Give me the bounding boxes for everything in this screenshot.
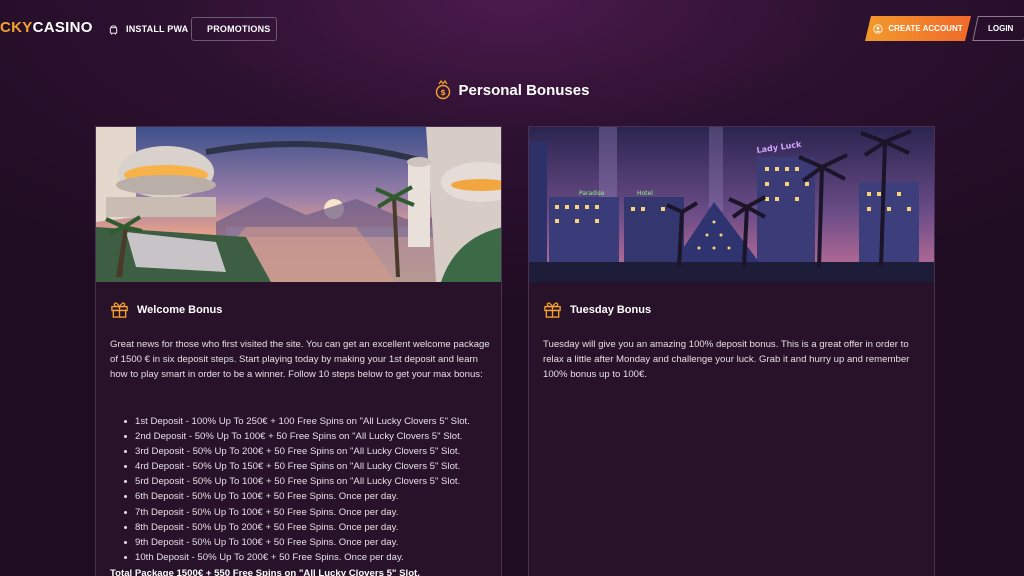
- install-pwa-button[interactable]: INSTALL PWA: [100, 17, 196, 41]
- top-header: CKYCASINO INSTALL PWA PROMOTIONS CREATE …: [0, 0, 1024, 56]
- welcome-bonus-description: Great news for those who first visited t…: [110, 339, 490, 381]
- login-button[interactable]: LOGIN: [972, 16, 1024, 41]
- promotions-button[interactable]: PROMOTIONS: [191, 17, 277, 41]
- list-item: 5rd Deposit - 50% Up To 100€ + 50 Free S…: [124, 474, 494, 489]
- page-title: Personal Bonuses: [458, 81, 590, 99]
- user-icon: [873, 24, 883, 34]
- futuristic-city-image: [96, 127, 501, 282]
- deposit-steps-list: 1st Deposit - 100% Up To 250€ + 100 Free…: [124, 414, 494, 565]
- tuesday-bonus-card: Lady Luck Paradise Hotel Tuesday Bonus T…: [528, 126, 935, 576]
- create-account-label: CREATE ACCOUNT: [888, 24, 963, 33]
- list-item: 8th Deposit - 50% Up To 200€ + 50 Free S…: [124, 520, 494, 535]
- total-package-text: Total Package 1500€ + 550 Free Spins on …: [110, 568, 420, 576]
- list-item: 1st Deposit - 100% Up To 250€ + 100 Free…: [124, 414, 494, 429]
- welcome-bonus-header: Welcome Bonus: [110, 300, 222, 319]
- promotions-label: PROMOTIONS: [207, 24, 271, 34]
- login-label: LOGIN: [988, 24, 1014, 33]
- page-title-row: $ Personal Bonuses: [0, 80, 1024, 100]
- site-logo[interactable]: CKYCASINO: [0, 19, 93, 36]
- list-item: 4rd Deposit - 50% Up To 150€ + 50 Free S…: [124, 459, 494, 474]
- logo-part-lucky: CKY: [0, 19, 33, 36]
- gift-icon: [111, 302, 128, 318]
- logo-part-casino: CASINO: [32, 19, 93, 36]
- list-item: 2nd Deposit - 50% Up To 100€ + 50 Free S…: [124, 429, 494, 444]
- coin-badge-icon: $: [435, 80, 450, 100]
- tuesday-bonus-description: Tuesday will give you an amazing 100% de…: [543, 339, 910, 381]
- list-item: 7th Deposit - 50% Up To 100€ + 50 Free S…: [124, 505, 494, 520]
- create-account-button[interactable]: CREATE ACCOUNT: [865, 16, 971, 41]
- welcome-bonus-title: Welcome Bonus: [137, 303, 223, 316]
- tuesday-bonus-header: Tuesday Bonus: [543, 300, 651, 319]
- gift-icon: [544, 302, 561, 318]
- android-icon: [109, 24, 118, 35]
- hotel-sign: Hotel: [637, 190, 653, 197]
- svg-text:$: $: [440, 88, 446, 97]
- list-item: 9th Deposit - 50% Up To 100€ + 50 Free S…: [124, 535, 494, 550]
- welcome-bonus-card: Welcome Bonus Great news for those who f…: [95, 126, 502, 576]
- night-city-image: Lady Luck Paradise Hotel: [529, 127, 934, 282]
- list-item: 3rd Deposit - 50% Up To 200€ + 50 Free S…: [124, 444, 494, 459]
- paradise-sign: Paradise: [579, 190, 605, 197]
- list-item: 10th Deposit - 50% Up To 200€ + 50 Free …: [124, 550, 494, 565]
- tuesday-bonus-title: Tuesday Bonus: [570, 303, 652, 316]
- list-item: 6th Deposit - 50% Up To 100€ + 50 Free S…: [124, 489, 494, 504]
- install-pwa-label: INSTALL PWA: [126, 24, 189, 34]
